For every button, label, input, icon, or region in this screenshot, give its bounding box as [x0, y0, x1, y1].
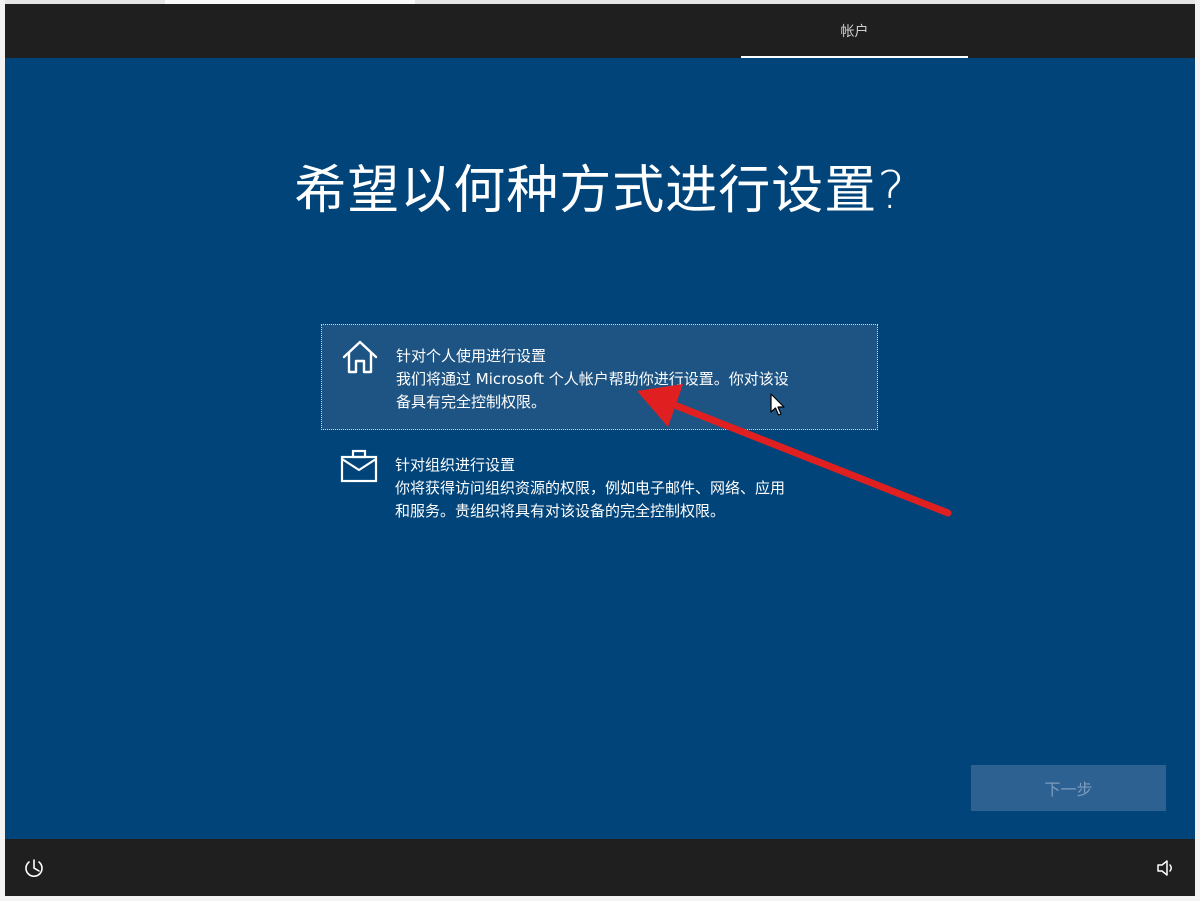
option-organization-description: 你将获得访问组织资源的权限，例如电子邮件、网络、应用 和服务。贵组织将具有对该设… [395, 477, 855, 523]
next-button[interactable]: 下一步 [971, 765, 1166, 811]
volume-icon[interactable] [1155, 857, 1177, 879]
page-title: 希望以何种方式进行设置? [294, 161, 906, 221]
setup-window: 帐户 希望以何种方式进行设置? 针对个人使用进行设置 我们将通过 Microso… [5, 0, 1195, 896]
option-organization-desc-line: 和服务。贵组织将具有对该设备的完全控制权限。 [395, 502, 726, 520]
option-organization-title: 针对组织进行设置 [395, 456, 516, 474]
header-bar: 帐户 [5, 4, 1195, 59]
mouse-cursor-icon [770, 393, 785, 416]
home-icon [342, 340, 378, 374]
accessibility-icon[interactable] [23, 857, 45, 879]
main-panel: 希望以何种方式进行设置? 针对个人使用进行设置 我们将通过 Microsoft … [5, 58, 1195, 839]
option-personal[interactable]: 针对个人使用进行设置 我们将通过 Microsoft 个人帐户帮助你进行设置。你… [321, 324, 878, 430]
option-organization-desc-line: 你将获得访问组织资源的权限，例如电子邮件、网络、应用 [395, 479, 786, 497]
footer-bar [5, 839, 1195, 896]
option-organization[interactable]: 针对组织进行设置 你将获得访问组织资源的权限，例如电子邮件、网络、应用 和服务。… [321, 434, 878, 534]
tab-account[interactable]: 帐户 [741, 4, 968, 58]
option-personal-desc-line: 备具有完全控制权限。 [396, 393, 547, 411]
option-personal-desc-line: 我们将通过 Microsoft 个人帐户帮助你进行设置。你对该设 [396, 370, 789, 388]
option-personal-title: 针对个人使用进行设置 [396, 347, 547, 365]
briefcase-icon [340, 449, 378, 483]
option-personal-description: 我们将通过 Microsoft 个人帐户帮助你进行设置。你对该设 备具有完全控制… [396, 368, 856, 414]
